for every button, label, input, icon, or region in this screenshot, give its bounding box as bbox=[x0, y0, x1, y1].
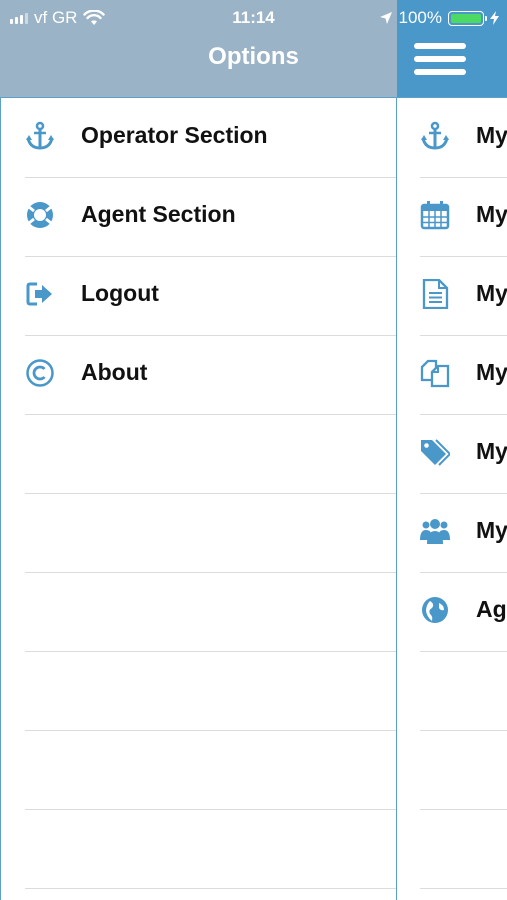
status-right: 100% bbox=[379, 8, 499, 28]
empty-row bbox=[25, 651, 396, 731]
main-item-label: My bbox=[476, 517, 507, 543]
empty-row bbox=[420, 651, 507, 731]
main-menu: My My My My My My Ag bbox=[397, 97, 507, 900]
main-item-5[interactable]: My bbox=[420, 414, 507, 494]
main-item-label: My bbox=[476, 201, 507, 227]
menu-item-label: Agent Section bbox=[81, 201, 236, 227]
drawer-menu: Operator Section Agent Section Logout Ab… bbox=[0, 97, 397, 900]
globe-icon bbox=[422, 597, 448, 623]
empty-row bbox=[420, 809, 507, 889]
empty-row bbox=[25, 414, 396, 494]
life-ring-icon bbox=[27, 202, 53, 228]
main-item-label: My bbox=[476, 438, 507, 464]
battery-icon bbox=[448, 10, 487, 26]
charging-bolt-icon bbox=[490, 11, 499, 25]
document-icon bbox=[422, 279, 449, 309]
main-item-1[interactable]: My bbox=[420, 98, 507, 178]
battery-percent: 100% bbox=[398, 8, 442, 27]
menu-item-label: Operator Section bbox=[81, 122, 268, 148]
empty-row bbox=[25, 730, 396, 810]
sign-out-icon bbox=[26, 282, 52, 306]
calendar-icon bbox=[420, 201, 450, 230]
menu-item-operator-section[interactable]: Operator Section bbox=[25, 98, 396, 178]
copyright-icon bbox=[26, 359, 54, 387]
empty-row bbox=[420, 730, 507, 810]
main-item-label: My bbox=[476, 122, 507, 148]
users-icon bbox=[420, 519, 450, 544]
tags-icon bbox=[421, 439, 450, 466]
main-item-2[interactable]: My bbox=[420, 177, 507, 257]
main-item-7[interactable]: Ag bbox=[420, 572, 507, 652]
location-arrow-icon bbox=[379, 12, 392, 24]
main-item-label: Ag bbox=[476, 596, 507, 622]
menu-item-about[interactable]: About bbox=[25, 335, 396, 415]
empty-row bbox=[25, 809, 396, 889]
anchor-icon bbox=[26, 121, 54, 150]
main-item-label: My bbox=[476, 359, 507, 385]
menu-item-label: Logout bbox=[81, 280, 159, 306]
empty-row bbox=[25, 572, 396, 652]
copy-files-icon bbox=[420, 359, 450, 388]
menu-item-label: About bbox=[81, 359, 148, 385]
anchor-icon bbox=[421, 121, 449, 150]
main-item-4[interactable]: My bbox=[420, 335, 507, 415]
main-item-3[interactable]: My bbox=[420, 256, 507, 336]
drawer-title: Options bbox=[208, 43, 299, 70]
status-bar: vf GR 11:14 100% bbox=[0, 0, 507, 36]
main-item-6[interactable]: My bbox=[420, 493, 507, 573]
empty-row bbox=[25, 493, 396, 573]
main-item-label: My bbox=[476, 280, 507, 306]
menu-item-agent-section[interactable]: Agent Section bbox=[25, 177, 396, 257]
menu-item-logout[interactable]: Logout bbox=[25, 256, 396, 336]
